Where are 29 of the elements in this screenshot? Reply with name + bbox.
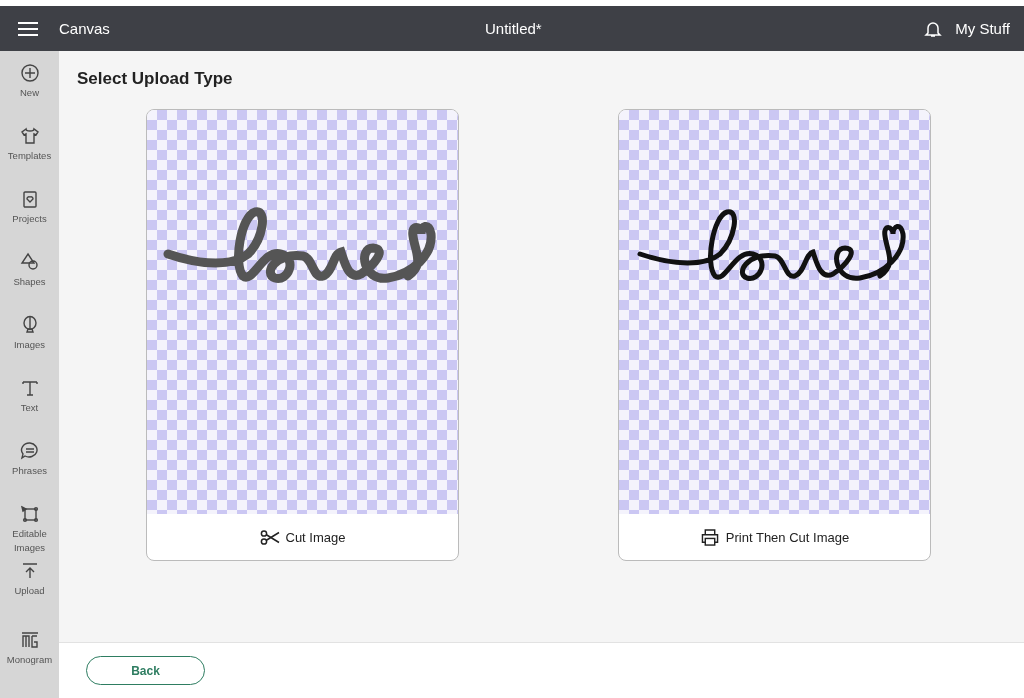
upload-type-card[interactable]: Print Then Cut Image <box>618 109 931 561</box>
sidebar-icon <box>19 630 40 650</box>
sidebar-icon <box>19 378 40 398</box>
menu-icon[interactable] <box>17 20 39 37</box>
sidebar-item[interactable]: Text <box>0 376 59 439</box>
document-title: Untitled* <box>485 20 542 37</box>
page-title: Select Upload Type <box>77 69 234 89</box>
sidebar-item[interactable]: Shapes <box>0 250 59 313</box>
sidebar-icon <box>19 252 40 272</box>
my-stuff-link[interactable]: My Stuff <box>955 20 1010 37</box>
sidebar-item[interactable]: Projects <box>0 187 59 250</box>
printer-icon <box>699 528 720 546</box>
sidebar-icon <box>19 504 40 524</box>
sidebar-item[interactable]: Phrases <box>0 439 59 502</box>
sidebar-item[interactable]: Upload <box>0 559 59 628</box>
sidebar-item[interactable]: New <box>0 61 59 124</box>
sidebar-icon <box>19 126 40 146</box>
scissors-icon <box>259 528 280 546</box>
app-name: Canvas <box>59 20 110 37</box>
back-button[interactable]: Back <box>86 656 205 685</box>
upload-type-card[interactable]: Cut Image <box>146 109 459 561</box>
sidebar-icon <box>19 441 40 461</box>
card-label: Print Then Cut Image <box>725 529 850 545</box>
sidebar-icon <box>19 63 40 83</box>
sidebar-item[interactable]: Editable Images <box>0 502 59 559</box>
sidebar-item[interactable]: Templates <box>0 124 59 187</box>
sidebar-item[interactable]: Monogram <box>0 628 59 691</box>
sidebar-item[interactable]: Images <box>0 313 59 376</box>
card-label: Cut Image <box>285 529 346 545</box>
